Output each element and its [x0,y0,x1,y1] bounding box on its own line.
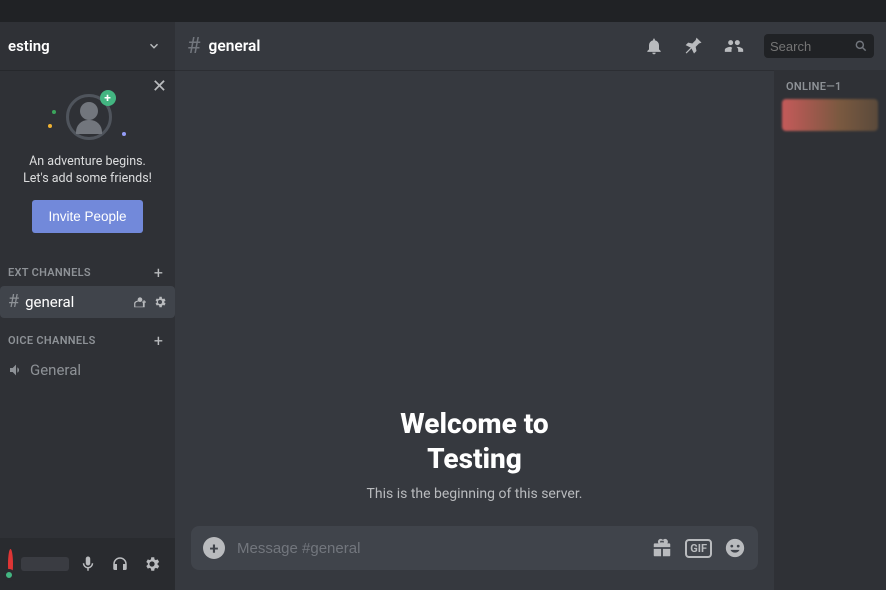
welcome-block: Welcome to Testing This is the beginning… [175,70,774,526]
voice-channel-label: General [30,361,167,379]
emoji-icon[interactable] [724,537,746,559]
voice-channel-general[interactable]: General [0,354,175,386]
invite-text-line2: Let's add some friends! [8,171,167,188]
pin-icon[interactable] [678,36,710,56]
gear-icon[interactable] [153,295,167,309]
attach-icon[interactable]: + [203,537,225,559]
channel-label: general [25,293,133,311]
server-name: esting [8,37,50,55]
channel-sidebar: esting ✕ + An adventure begins. Let's ad… [0,22,175,590]
invite-card: ✕ + An adventure begins. Let's add some … [0,70,175,251]
user-avatar[interactable] [8,549,13,579]
hash-icon: # [8,291,19,312]
user-settings-icon[interactable] [137,549,167,579]
channel-general[interactable]: # general [0,286,175,318]
user-panel [0,538,175,590]
status-dot [3,569,15,581]
server-header[interactable]: esting [0,22,175,70]
welcome-title-l2: Testing [427,442,522,475]
voice-channels-header[interactable]: OICE CHANNELS + [0,329,175,353]
chevron-down-icon [147,39,161,53]
welcome-title: Welcome to Testing [400,406,548,476]
deafen-icon[interactable] [105,549,135,579]
voice-channels-label: OICE CHANNELS [8,334,96,347]
mute-icon[interactable] [73,549,103,579]
message-input[interactable] [237,540,639,557]
chat-title: general [209,37,261,55]
bell-icon[interactable] [638,36,670,56]
text-channels-label: EXT CHANNELS [8,266,91,279]
close-icon[interactable]: ✕ [152,76,167,97]
members-icon[interactable] [718,36,750,56]
window-titlebar [0,0,886,22]
welcome-subtitle: This is the beginning of this server. [367,486,583,502]
speaker-icon [8,362,24,378]
message-composer: + GIF [191,526,758,570]
user-name[interactable] [21,557,69,571]
member-item[interactable] [782,99,878,131]
gif-icon[interactable]: GIF [685,539,712,558]
hash-icon: # [187,34,201,59]
invite-illustration: + [60,88,116,144]
text-channels-header[interactable]: EXT CHANNELS + [0,261,175,285]
add-channel-icon[interactable]: + [154,263,163,282]
search-bar[interactable] [764,34,874,58]
search-icon [854,39,868,53]
chat-header: # general [175,22,886,70]
search-input[interactable] [770,39,850,54]
invite-people-button[interactable]: Invite People [32,200,142,233]
members-panel: ONLINE—1 [774,70,886,590]
members-header: ONLINE—1 [782,80,878,93]
create-invite-icon[interactable] [133,295,147,309]
add-voice-channel-icon[interactable]: + [154,331,163,350]
welcome-title-l1: Welcome to [400,407,548,440]
gift-icon[interactable] [651,537,673,559]
invite-text-line1: An adventure begins. [8,154,167,171]
